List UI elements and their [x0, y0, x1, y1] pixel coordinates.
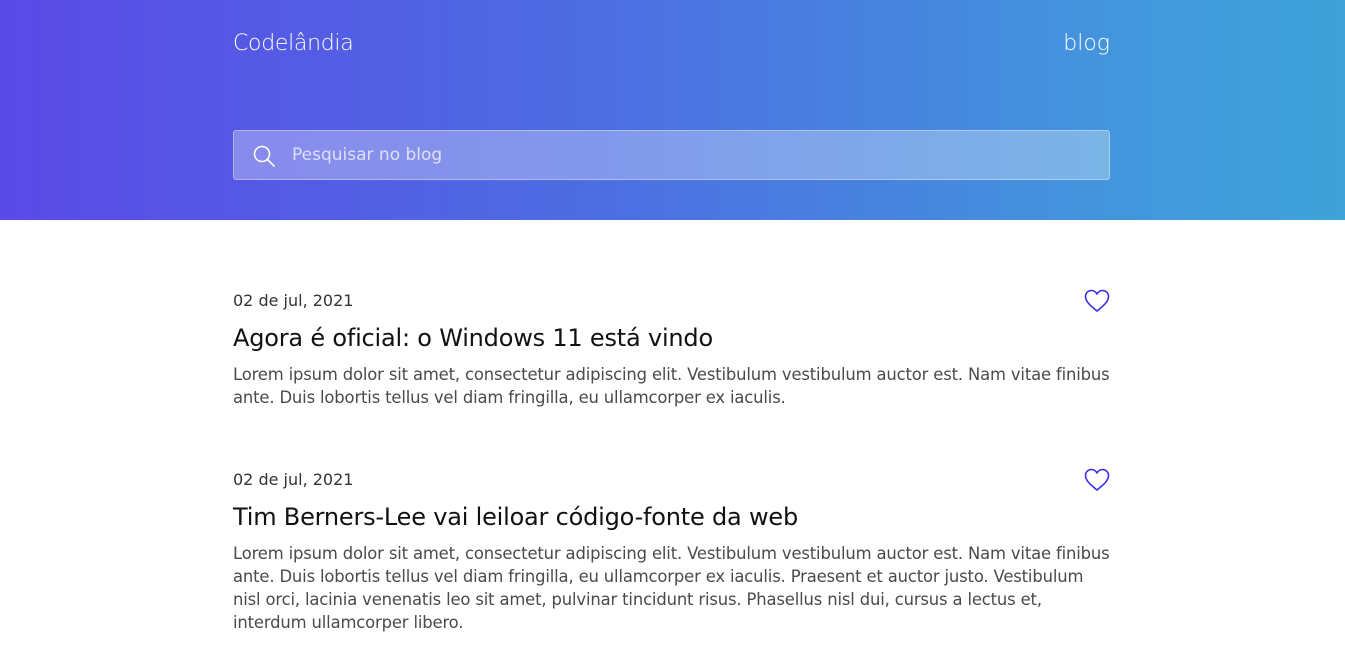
post-excerpt: Lorem ipsum dolor sit amet, consectetur …	[233, 544, 1110, 632]
search-input[interactable]	[292, 131, 1092, 179]
search-icon	[253, 145, 275, 167]
post-title[interactable]: Agora é oficial: o Windows 11 está vindo	[233, 324, 713, 352]
post-date: 02 de jul, 2021	[233, 291, 354, 310]
search-box[interactable]	[233, 130, 1110, 180]
heart-icon[interactable]	[1084, 289, 1110, 313]
brand-logo[interactable]: Codelândia	[233, 31, 354, 56]
nav-link-blog[interactable]: blog	[1063, 31, 1110, 56]
heart-icon[interactable]	[1084, 468, 1110, 492]
post-title[interactable]: Tim Berners-Lee vai leiloar código-fonte…	[233, 503, 798, 531]
header-inner: Codelândia blog	[233, 0, 1110, 220]
post-date: 02 de jul, 2021	[233, 470, 354, 489]
site-header: Codelândia blog	[0, 0, 1345, 220]
post-excerpt: Lorem ipsum dolor sit amet, consectetur …	[233, 365, 1110, 407]
